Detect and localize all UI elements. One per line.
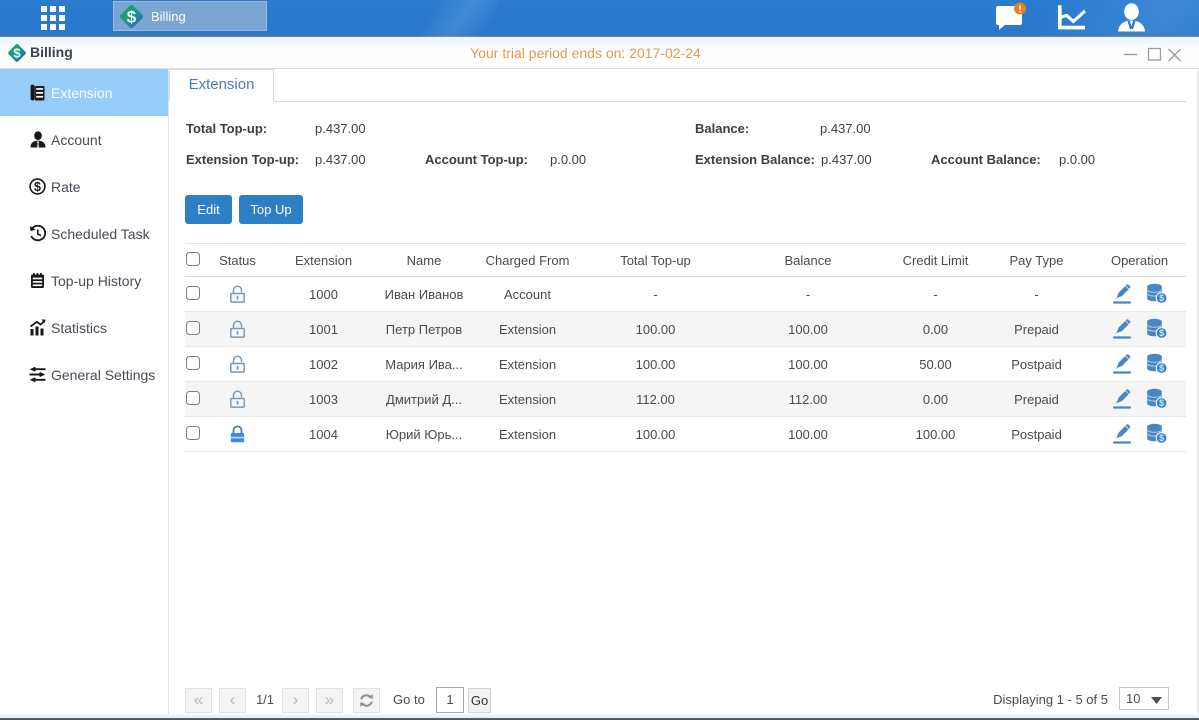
svg-text:$: $ xyxy=(1159,328,1164,338)
svg-text:$: $ xyxy=(34,180,41,194)
svg-text:$: $ xyxy=(1159,433,1164,443)
svg-text:$: $ xyxy=(1159,398,1164,408)
svg-text:$: $ xyxy=(1159,363,1164,373)
svg-text:$: $ xyxy=(127,7,137,26)
svg-text:$: $ xyxy=(1159,293,1164,303)
svg-text:!: ! xyxy=(1018,5,1021,16)
